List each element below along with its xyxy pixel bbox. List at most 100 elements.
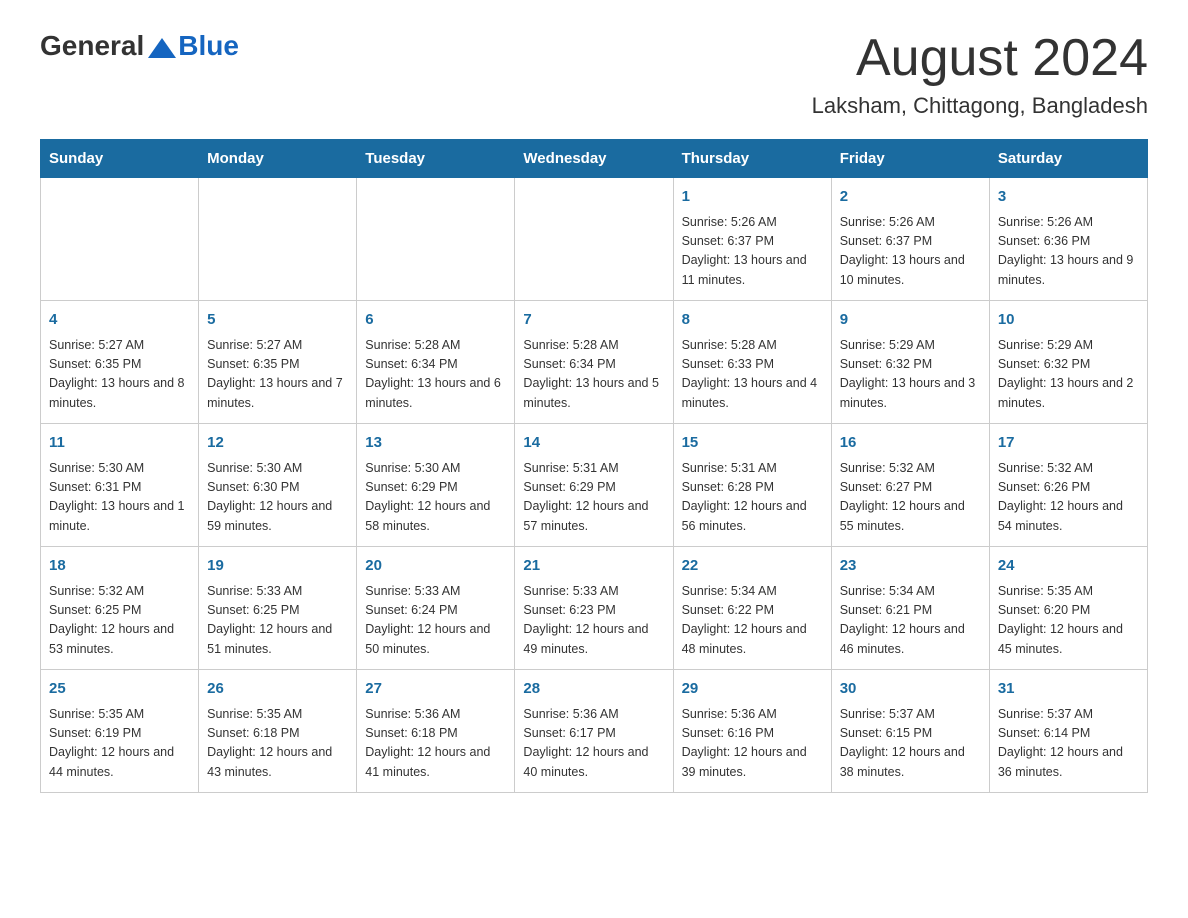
day-info: Sunrise: 5:27 AMSunset: 6:35 PMDaylight:… bbox=[49, 336, 190, 414]
day-info: Sunrise: 5:26 AMSunset: 6:36 PMDaylight:… bbox=[998, 213, 1139, 291]
day-info: Sunrise: 5:31 AMSunset: 6:28 PMDaylight:… bbox=[682, 459, 823, 537]
day-number: 24 bbox=[998, 555, 1139, 578]
column-header-wednesday: Wednesday bbox=[515, 140, 673, 178]
day-number: 21 bbox=[523, 555, 664, 578]
day-number: 8 bbox=[682, 309, 823, 332]
calendar-cell: 30 Sunrise: 5:37 AMSunset: 6:15 PMDayligh… bbox=[831, 670, 989, 793]
day-number: 6 bbox=[365, 309, 506, 332]
day-number: 17 bbox=[998, 432, 1139, 455]
day-number: 14 bbox=[523, 432, 664, 455]
calendar-cell: 26 Sunrise: 5:35 AMSunset: 6:18 PMDayligh… bbox=[199, 670, 357, 793]
column-header-thursday: Thursday bbox=[673, 140, 831, 178]
calendar-week-row: 25 Sunrise: 5:35 AMSunset: 6:19 PMDayligh… bbox=[41, 670, 1148, 793]
day-info: Sunrise: 5:35 AMSunset: 6:18 PMDaylight:… bbox=[207, 705, 348, 783]
calendar-cell: 11 Sunrise: 5:30 AMSunset: 6:31 PMDayligh… bbox=[41, 424, 199, 547]
calendar-cell: 15 Sunrise: 5:31 AMSunset: 6:28 PMDayligh… bbox=[673, 424, 831, 547]
day-number: 19 bbox=[207, 555, 348, 578]
page-header: General Blue August 2024 Laksham, Chitta… bbox=[40, 30, 1148, 119]
calendar-cell bbox=[199, 178, 357, 301]
day-number: 20 bbox=[365, 555, 506, 578]
day-info: Sunrise: 5:30 AMSunset: 6:29 PMDaylight:… bbox=[365, 459, 506, 537]
calendar-cell: 27Sunrise: 5:36 AMSunset: 6:18 PMDayligh… bbox=[357, 670, 515, 793]
day-number: 5 bbox=[207, 309, 348, 332]
calendar-cell bbox=[357, 178, 515, 301]
logo: General Blue bbox=[40, 30, 239, 62]
calendar-cell: 13Sunrise: 5:30 AMSunset: 6:29 PMDayligh… bbox=[357, 424, 515, 547]
day-info: Sunrise: 5:33 AMSunset: 6:24 PMDaylight:… bbox=[365, 582, 506, 660]
month-title: August 2024 bbox=[812, 30, 1148, 87]
day-info: Sunrise: 5:26 AMSunset: 6:37 PMDaylight:… bbox=[682, 213, 823, 291]
calendar-cell: 8 Sunrise: 5:28 AMSunset: 6:33 PMDaylight… bbox=[673, 301, 831, 424]
calendar-cell: 2 Sunrise: 5:26 AMSunset: 6:37 PMDaylight… bbox=[831, 178, 989, 301]
day-info: Sunrise: 5:32 AMSunset: 6:25 PMDaylight:… bbox=[49, 582, 190, 660]
calendar-cell: 21 Sunrise: 5:33 AMSunset: 6:23 PMDayligh… bbox=[515, 547, 673, 670]
column-header-friday: Friday bbox=[831, 140, 989, 178]
calendar-cell: 12 Sunrise: 5:30 AMSunset: 6:30 PMDayligh… bbox=[199, 424, 357, 547]
calendar-cell: 20 Sunrise: 5:33 AMSunset: 6:24 PMDayligh… bbox=[357, 547, 515, 670]
calendar-cell: 22Sunrise: 5:34 AMSunset: 6:22 PMDayligh… bbox=[673, 547, 831, 670]
calendar-week-row: 4 Sunrise: 5:27 AMSunset: 6:35 PMDaylight… bbox=[41, 301, 1148, 424]
day-info: Sunrise: 5:35 AMSunset: 6:19 PMDaylight:… bbox=[49, 705, 190, 783]
day-info: Sunrise: 5:28 AMSunset: 6:33 PMDaylight:… bbox=[682, 336, 823, 414]
column-header-saturday: Saturday bbox=[989, 140, 1147, 178]
column-header-tuesday: Tuesday bbox=[357, 140, 515, 178]
day-number: 27 bbox=[365, 678, 506, 701]
day-number: 26 bbox=[207, 678, 348, 701]
day-number: 16 bbox=[840, 432, 981, 455]
day-number: 30 bbox=[840, 678, 981, 701]
day-info: Sunrise: 5:29 AMSunset: 6:32 PMDaylight:… bbox=[998, 336, 1139, 414]
day-info: Sunrise: 5:34 AMSunset: 6:21 PMDaylight:… bbox=[840, 582, 981, 660]
calendar-week-row: 1 Sunrise: 5:26 AMSunset: 6:37 PMDaylight… bbox=[41, 178, 1148, 301]
day-info: Sunrise: 5:37 AMSunset: 6:15 PMDaylight:… bbox=[840, 705, 981, 783]
column-header-monday: Monday bbox=[199, 140, 357, 178]
day-info: Sunrise: 5:33 AMSunset: 6:23 PMDaylight:… bbox=[523, 582, 664, 660]
day-number: 15 bbox=[682, 432, 823, 455]
day-number: 31 bbox=[998, 678, 1139, 701]
day-info: Sunrise: 5:37 AMSunset: 6:14 PMDaylight:… bbox=[998, 705, 1139, 783]
location-title: Laksham, Chittagong, Bangladesh bbox=[812, 93, 1148, 119]
calendar-cell: 1 Sunrise: 5:26 AMSunset: 6:37 PMDaylight… bbox=[673, 178, 831, 301]
day-number: 10 bbox=[998, 309, 1139, 332]
day-number: 11 bbox=[49, 432, 190, 455]
day-number: 22 bbox=[682, 555, 823, 578]
day-info: Sunrise: 5:31 AMSunset: 6:29 PMDaylight:… bbox=[523, 459, 664, 537]
calendar-cell: 5 Sunrise: 5:27 AMSunset: 6:35 PMDaylight… bbox=[199, 301, 357, 424]
day-number: 7 bbox=[523, 309, 664, 332]
day-number: 28 bbox=[523, 678, 664, 701]
day-number: 29 bbox=[682, 678, 823, 701]
calendar-cell: 9 Sunrise: 5:29 AMSunset: 6:32 PMDaylight… bbox=[831, 301, 989, 424]
day-number: 1 bbox=[682, 186, 823, 209]
calendar-cell: 17 Sunrise: 5:32 AMSunset: 6:26 PMDayligh… bbox=[989, 424, 1147, 547]
day-info: Sunrise: 5:30 AMSunset: 6:31 PMDaylight:… bbox=[49, 459, 190, 537]
logo-blue-text: Blue bbox=[178, 30, 239, 62]
day-info: Sunrise: 5:36 AMSunset: 6:16 PMDaylight:… bbox=[682, 705, 823, 783]
calendar-cell: 31 Sunrise: 5:37 AMSunset: 6:14 PMDayligh… bbox=[989, 670, 1147, 793]
day-info: Sunrise: 5:26 AMSunset: 6:37 PMDaylight:… bbox=[840, 213, 981, 291]
day-info: Sunrise: 5:29 AMSunset: 6:32 PMDaylight:… bbox=[840, 336, 981, 414]
calendar-cell: 25 Sunrise: 5:35 AMSunset: 6:19 PMDayligh… bbox=[41, 670, 199, 793]
day-number: 9 bbox=[840, 309, 981, 332]
calendar-cell: 10 Sunrise: 5:29 AMSunset: 6:32 PMDayligh… bbox=[989, 301, 1147, 424]
calendar-cell: 24 Sunrise: 5:35 AMSunset: 6:20 PMDayligh… bbox=[989, 547, 1147, 670]
day-info: Sunrise: 5:32 AMSunset: 6:27 PMDaylight:… bbox=[840, 459, 981, 537]
day-number: 23 bbox=[840, 555, 981, 578]
day-number: 4 bbox=[49, 309, 190, 332]
day-info: Sunrise: 5:28 AMSunset: 6:34 PMDaylight:… bbox=[523, 336, 664, 414]
column-header-sunday: Sunday bbox=[41, 140, 199, 178]
day-info: Sunrise: 5:27 AMSunset: 6:35 PMDaylight:… bbox=[207, 336, 348, 414]
day-number: 25 bbox=[49, 678, 190, 701]
calendar-table: SundayMondayTuesdayWednesdayThursdayFrid… bbox=[40, 139, 1148, 793]
calendar-cell: 28 Sunrise: 5:36 AMSunset: 6:17 PMDayligh… bbox=[515, 670, 673, 793]
calendar-cell: 14 Sunrise: 5:31 AMSunset: 6:29 PMDayligh… bbox=[515, 424, 673, 547]
day-info: Sunrise: 5:32 AMSunset: 6:26 PMDaylight:… bbox=[998, 459, 1139, 537]
day-info: Sunrise: 5:35 AMSunset: 6:20 PMDaylight:… bbox=[998, 582, 1139, 660]
calendar-week-row: 18Sunrise: 5:32 AMSunset: 6:25 PMDayligh… bbox=[41, 547, 1148, 670]
day-info: Sunrise: 5:36 AMSunset: 6:17 PMDaylight:… bbox=[523, 705, 664, 783]
calendar-cell: 18Sunrise: 5:32 AMSunset: 6:25 PMDayligh… bbox=[41, 547, 199, 670]
day-number: 2 bbox=[840, 186, 981, 209]
calendar-header-row: SundayMondayTuesdayWednesdayThursdayFrid… bbox=[41, 140, 1148, 178]
calendar-cell: 6Sunrise: 5:28 AMSunset: 6:34 PMDaylight… bbox=[357, 301, 515, 424]
day-info: Sunrise: 5:30 AMSunset: 6:30 PMDaylight:… bbox=[207, 459, 348, 537]
day-number: 12 bbox=[207, 432, 348, 455]
calendar-cell: 3Sunrise: 5:26 AMSunset: 6:36 PMDaylight… bbox=[989, 178, 1147, 301]
